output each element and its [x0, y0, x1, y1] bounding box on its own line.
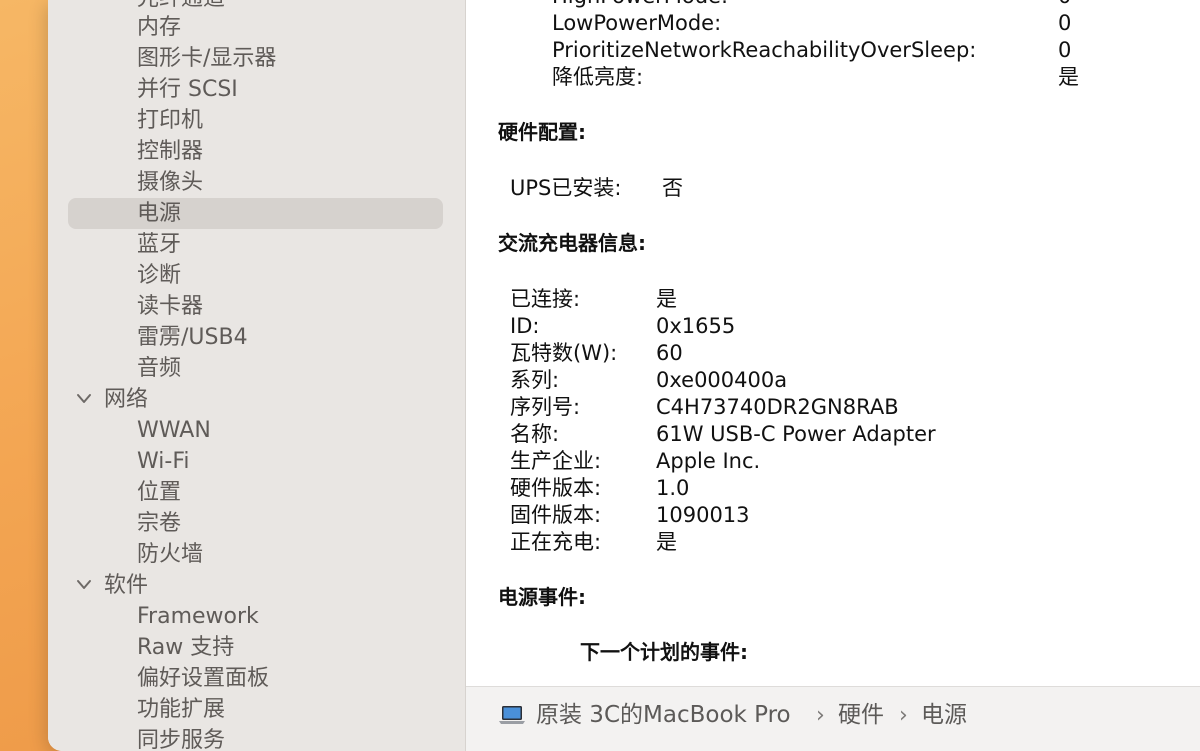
- section-title-next-event: 下一个计划的事件:: [580, 640, 748, 664]
- sidebar-item-label: 电源: [137, 201, 182, 226]
- sidebar: 光纤通道 内存 图形卡/显示器 并行 SCSI 打印机 控制器 摄像头 电源 蓝…: [48, 0, 466, 751]
- charger-value: 1.0: [656, 476, 690, 500]
- sidebar-item-diagnostics[interactable]: 诊断: [137, 260, 181, 291]
- sidebar-item-volumes[interactable]: 宗卷: [137, 508, 181, 539]
- sidebar-item-audio[interactable]: 音频: [137, 353, 181, 384]
- sidebar-item-bluetooth[interactable]: 蓝牙: [137, 229, 181, 260]
- sidebar-item-memory[interactable]: 内存: [137, 12, 181, 43]
- charger-key: 硬件版本:: [510, 476, 602, 500]
- charger-value: 61W USB-C Power Adapter: [656, 422, 936, 446]
- sidebar-item-controller[interactable]: 控制器: [137, 136, 203, 167]
- charger-key: 序列号:: [510, 395, 581, 419]
- charger-key: 正在充电:: [510, 530, 602, 554]
- path-separator-icon: ›: [816, 703, 825, 728]
- sidebar-item-wifi[interactable]: Wi-Fi: [137, 446, 190, 477]
- setting-value: 0: [1058, 0, 1071, 10]
- path-bar: 原装 3C的MacBook Pro › 硬件 › 电源: [466, 686, 1200, 751]
- ups-label: UPS已安装:: [510, 176, 622, 200]
- setting-key: HighPowerMode:: [552, 0, 728, 10]
- sidebar-group-network[interactable]: 网络: [76, 384, 148, 415]
- sidebar-group-software[interactable]: 软件: [76, 570, 148, 601]
- sidebar-item-thunderbolt[interactable]: 雷雳/USB4: [137, 322, 248, 353]
- setting-key: 降低亮度:: [552, 65, 644, 89]
- path-segment-hardware[interactable]: 硬件: [838, 687, 884, 744]
- charger-key: ID:: [510, 314, 540, 338]
- sidebar-item-raw-support[interactable]: Raw 支持: [137, 632, 234, 663]
- setting-key: LowPowerMode:: [552, 11, 722, 35]
- charger-key: 生产企业:: [510, 449, 602, 473]
- sidebar-item-frameworks[interactable]: Framework: [137, 601, 259, 632]
- section-title-ac-charger: 交流充电器信息:: [498, 231, 646, 255]
- sidebar-item-camera[interactable]: 摄像头: [137, 167, 203, 198]
- section-title-power-events: 电源事件:: [498, 585, 586, 609]
- setting-value: 0: [1058, 11, 1072, 35]
- setting-value: 0: [1058, 38, 1072, 62]
- sidebar-item-graphics[interactable]: 图形卡/显示器: [137, 43, 276, 74]
- charger-key: 已连接:: [510, 287, 581, 311]
- charger-value: Apple Inc.: [656, 449, 761, 473]
- charger-value: 0xe000400a: [656, 368, 788, 392]
- charger-value: 1090013: [656, 503, 750, 527]
- sidebar-item-locations[interactable]: 位置: [137, 477, 181, 508]
- path-segment-power[interactable]: 电源: [921, 687, 967, 744]
- section-title-hardware-config: 硬件配置:: [498, 120, 586, 144]
- sidebar-item-preference-panes[interactable]: 偏好设置面板: [137, 663, 269, 694]
- charger-value: 是: [656, 287, 677, 311]
- sidebar-item-power[interactable]: 电源: [68, 198, 443, 229]
- charger-value: 60: [656, 341, 683, 365]
- sidebar-item-parallel-scsi[interactable]: 并行 SCSI: [137, 74, 238, 105]
- charger-key: 瓦特数(W):: [510, 341, 618, 365]
- sidebar-item-card-reader[interactable]: 读卡器: [137, 291, 203, 322]
- detail-pane: HighPowerMode: 0 LowPowerMode: 0 Priorit…: [466, 0, 1200, 686]
- sidebar-item-printers[interactable]: 打印机: [137, 105, 203, 136]
- charger-value: 是: [656, 530, 677, 554]
- chevron-down-icon[interactable]: [76, 570, 96, 601]
- ups-value: 否: [662, 176, 683, 200]
- system-information-window: 光纤通道 内存 图形卡/显示器 并行 SCSI 打印机 控制器 摄像头 电源 蓝…: [48, 0, 1200, 751]
- chevron-down-icon[interactable]: [76, 384, 96, 415]
- charger-key: 固件版本:: [510, 503, 602, 527]
- sidebar-item-wwan[interactable]: WWAN: [137, 415, 211, 446]
- charger-key: 系列:: [510, 368, 560, 392]
- setting-value: 是: [1058, 65, 1079, 89]
- sidebar-item-sync-services[interactable]: 同步服务: [137, 725, 225, 751]
- laptop-icon: [498, 703, 526, 727]
- charger-value: C4H73740DR2GN8RAB: [656, 395, 899, 419]
- path-segment-mac[interactable]: 原装 3C的MacBook Pro: [536, 687, 791, 744]
- charger-value: 0x1655: [656, 314, 736, 338]
- setting-key: PrioritizeNetworkReachabilityOverSleep:: [552, 38, 977, 62]
- path-separator-icon: ›: [899, 703, 908, 728]
- charger-key: 名称:: [510, 422, 560, 446]
- sidebar-item-firewall[interactable]: 防火墙: [137, 539, 203, 570]
- sidebar-item-extensions[interactable]: 功能扩展: [137, 694, 225, 725]
